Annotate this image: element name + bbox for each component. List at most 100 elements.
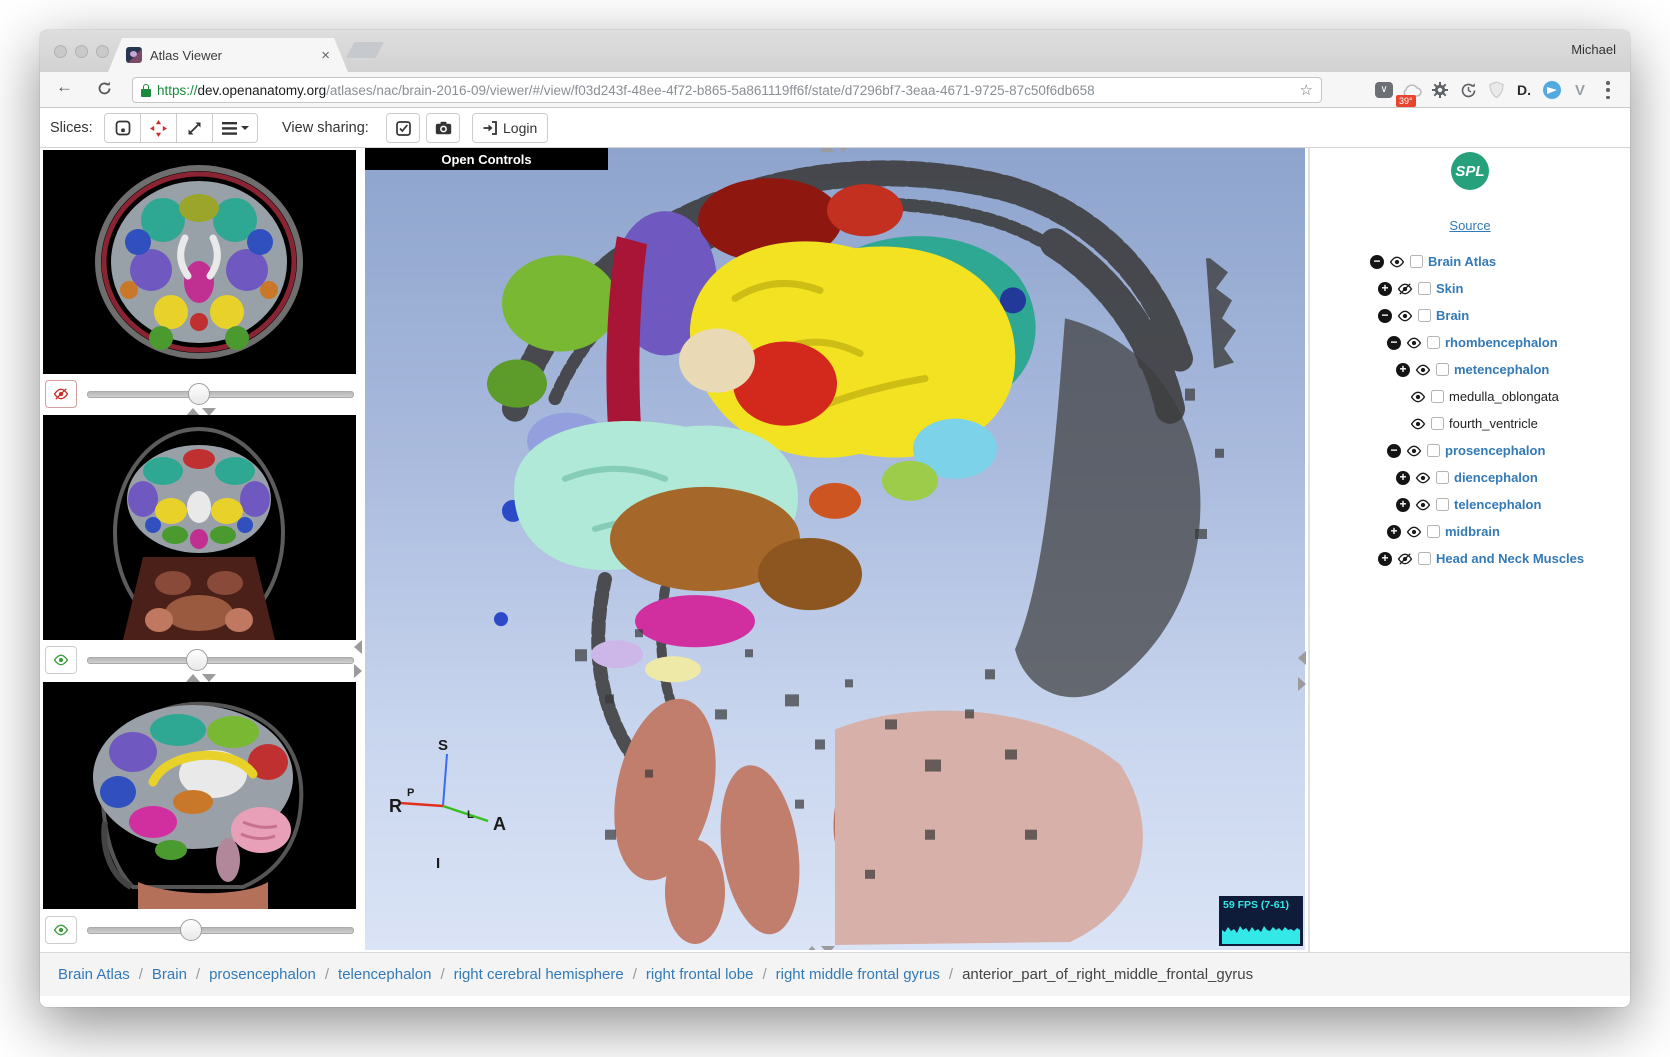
tab-atlas-viewer[interactable]: Atlas Viewer × <box>108 38 348 72</box>
profile-name[interactable]: Michael <box>1571 42 1616 57</box>
tree-item-label[interactable]: Skin <box>1436 281 1463 296</box>
close-window-button[interactable] <box>54 45 67 58</box>
zoom-window-button[interactable] <box>96 45 109 58</box>
eye-icon[interactable] <box>1415 499 1431 511</box>
tree-checkbox[interactable] <box>1431 417 1444 430</box>
sagittal-visibility-toggle[interactable] <box>45 916 77 944</box>
breadcrumb-item[interactable]: prosencephalon <box>209 966 316 983</box>
tree-checkbox[interactable] <box>1418 282 1431 295</box>
shield-extension-icon[interactable] <box>1484 78 1508 102</box>
breadcrumb-item[interactable]: Brain Atlas <box>58 966 130 983</box>
eye-slash-icon[interactable] <box>1397 283 1413 295</box>
axial-slice-view[interactable] <box>43 150 356 374</box>
secure-lock-icon[interactable] <box>141 84 151 97</box>
expand-icon[interactable]: + <box>1378 552 1392 566</box>
back-button[interactable]: ← <box>56 77 73 97</box>
coronal-slice-slider[interactable] <box>87 657 354 664</box>
gear-icon[interactable] <box>1428 78 1452 102</box>
weather-extension-icon[interactable]: 39° <box>1400 78 1424 102</box>
v-extension-icon[interactable]: V <box>1568 78 1592 102</box>
bookmark-star-icon[interactable]: ☆ <box>1300 81 1313 99</box>
tree-checkbox[interactable] <box>1436 498 1449 511</box>
expand-icon[interactable]: + <box>1378 282 1392 296</box>
axial-visibility-toggle[interactable] <box>45 380 77 408</box>
tree-checkbox[interactable] <box>1431 390 1444 403</box>
splitter-handle[interactable] <box>186 674 216 682</box>
pocket-extension-icon[interactable]: ∨ <box>1372 78 1396 102</box>
telegram-extension-icon[interactable] <box>1540 78 1564 102</box>
tree-item-label[interactable]: rhombencephalon <box>1445 335 1558 350</box>
expand-icon[interactable]: + <box>1396 498 1410 512</box>
share-state-button[interactable] <box>386 113 420 143</box>
collapse-icon[interactable]: − <box>1387 444 1401 458</box>
tree-item-label[interactable]: Brain Atlas <box>1428 254 1496 269</box>
crosshair-button[interactable] <box>140 113 177 143</box>
tree-checkbox[interactable] <box>1436 471 1449 484</box>
eye-icon[interactable] <box>1397 310 1413 322</box>
source-link[interactable]: Source <box>1449 218 1490 233</box>
eye-icon[interactable] <box>1406 526 1422 538</box>
eye-icon[interactable] <box>1410 391 1426 403</box>
d-extension-icon[interactable]: D. <box>1512 78 1536 102</box>
tree-item-label[interactable]: diencephalon <box>1454 470 1538 485</box>
eye-slash-icon[interactable] <box>1397 553 1413 565</box>
browser-menu-icon[interactable] <box>1596 78 1620 102</box>
splitter-handle[interactable] <box>820 148 850 152</box>
splitter-handle[interactable] <box>805 946 835 950</box>
collapse-icon[interactable]: − <box>1387 336 1401 350</box>
address-bar[interactable]: https://dev.openanatomy.org/atlases/nac/… <box>132 77 1322 103</box>
login-button[interactable]: Login <box>472 113 548 143</box>
sagittal-slice-slider[interactable] <box>87 927 354 934</box>
tree-checkbox[interactable] <box>1427 444 1440 457</box>
eye-icon[interactable] <box>1410 418 1426 430</box>
panel-divider-handle[interactable] <box>354 640 362 678</box>
coronal-slice-view[interactable] <box>43 415 356 640</box>
breadcrumb-item[interactable]: telencephalon <box>338 966 431 983</box>
axial-slider-thumb[interactable] <box>188 383 210 405</box>
tree-checkbox[interactable] <box>1436 363 1449 376</box>
slice-list-button[interactable] <box>212 113 258 143</box>
eye-icon[interactable] <box>1415 472 1431 484</box>
coronal-visibility-toggle[interactable] <box>45 646 77 674</box>
breadcrumb-item[interactable]: right cerebral hemisphere <box>454 966 624 983</box>
sagittal-slider-thumb[interactable] <box>180 919 202 941</box>
tree-item-label[interactable]: prosencephalon <box>1445 443 1545 458</box>
slice-visibility-button[interactable] <box>104 113 141 143</box>
breadcrumb-item[interactable]: right middle frontal gyrus <box>776 966 940 983</box>
tree-checkbox[interactable] <box>1418 552 1431 565</box>
eye-icon[interactable] <box>1415 364 1431 376</box>
minimize-window-button[interactable] <box>75 45 88 58</box>
eye-icon[interactable] <box>1406 337 1422 349</box>
expand-icon[interactable]: + <box>1396 363 1410 377</box>
fit-view-button[interactable] <box>176 113 213 143</box>
history-extension-icon[interactable] <box>1456 78 1480 102</box>
spl-logo[interactable]: SPL <box>1451 152 1489 190</box>
open-controls-bar[interactable]: Open Controls <box>365 148 608 170</box>
eye-icon[interactable] <box>1389 256 1405 268</box>
tree-checkbox[interactable] <box>1410 255 1423 268</box>
coronal-slider-thumb[interactable] <box>186 649 208 671</box>
collapse-icon[interactable]: − <box>1378 309 1392 323</box>
tree-item-label[interactable]: medulla_oblongata <box>1449 389 1559 404</box>
tree-checkbox[interactable] <box>1418 309 1431 322</box>
breadcrumb-item[interactable]: Brain <box>152 966 187 983</box>
tree-item-label[interactable]: midbrain <box>1445 524 1500 539</box>
tree-item-label[interactable]: metencephalon <box>1454 362 1549 377</box>
tree-item-label[interactable]: Brain <box>1436 308 1469 323</box>
tree-checkbox[interactable] <box>1427 336 1440 349</box>
panel-divider-handle[interactable] <box>1298 651 1306 691</box>
tab-close-icon[interactable]: × <box>321 48 330 63</box>
eye-icon[interactable] <box>1406 445 1422 457</box>
reload-button[interactable] <box>96 80 113 102</box>
breadcrumb-item[interactable]: right frontal lobe <box>646 966 754 983</box>
screenshot-button[interactable] <box>426 113 460 143</box>
new-tab-button[interactable] <box>346 42 385 58</box>
expand-icon[interactable]: + <box>1387 525 1401 539</box>
sagittal-slice-view[interactable] <box>43 682 356 909</box>
collapse-icon[interactable]: − <box>1370 255 1384 269</box>
3d-viewport[interactable]: Open Controls S R P A L I 59 FPS (7-61) <box>365 148 1305 950</box>
tree-item-label[interactable]: telencephalon <box>1454 497 1541 512</box>
tree-item-label[interactable]: Head and Neck Muscles <box>1436 551 1584 566</box>
expand-icon[interactable]: + <box>1396 471 1410 485</box>
axial-slice-slider[interactable] <box>87 391 354 398</box>
